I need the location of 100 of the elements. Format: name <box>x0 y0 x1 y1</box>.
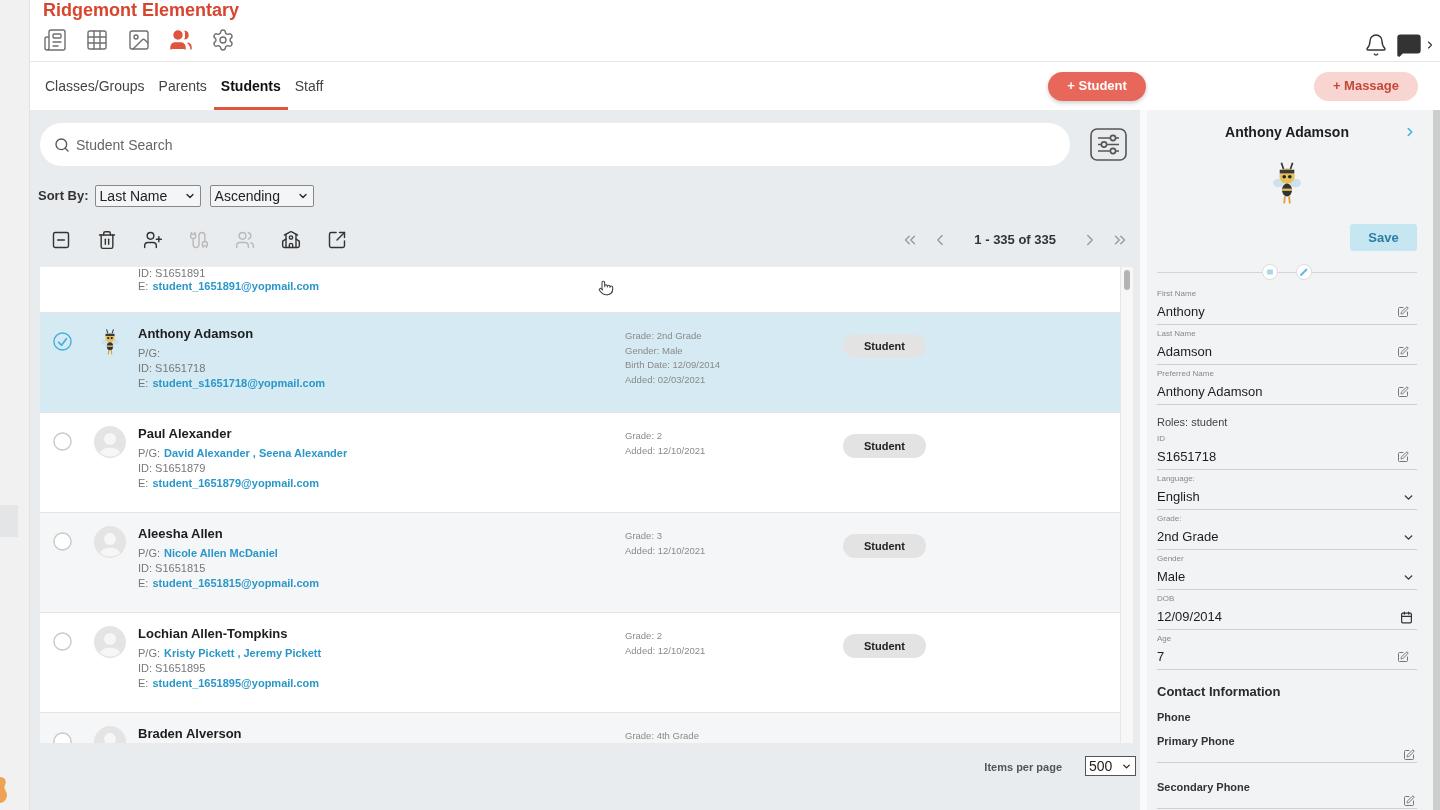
student-id: ID: S1651879 <box>138 461 206 476</box>
guardian-label: P/G: <box>138 646 160 661</box>
filter-icon[interactable] <box>1090 128 1127 161</box>
checkbox[interactable] <box>53 332 72 351</box>
guardian-label: P/G: <box>138 446 160 461</box>
export-icon[interactable] <box>327 230 347 250</box>
grid-icon[interactable] <box>85 28 109 52</box>
checkbox[interactable] <box>53 432 72 451</box>
profile-name: Anthony Adamson <box>1224 123 1350 142</box>
phone-label: Secondary Phone <box>1157 780 1250 794</box>
field-label: Last Name <box>1157 329 1196 339</box>
guardian-label: P/G: <box>138 346 160 361</box>
text-field[interactable]: Anthony Adamson <box>1157 383 1417 405</box>
list-row[interactable]: Anthony Adamson P/G: ID: S1651718 E: student_s1651718@yopmail.com Grade: 2nd Grade Gender: Male Birth Date: 12/09/2014 Added: 02/03/2021 Student <box>40 313 1120 413</box>
field-label: Gender <box>1157 554 1184 564</box>
email-label: E: <box>138 576 149 591</box>
list-row[interactable]: Paul Alexander P/G: David Alexander , Seena Alexander ID: S1651879 E: student_1651879@yopmail.com Grade: 2 Added: 12/10/2021 Student <box>40 413 1120 513</box>
student-id: ID: S1651718 <box>138 361 206 376</box>
student-id: ID: S1651891 <box>138 267 206 280</box>
email-label: E: <box>138 476 149 491</box>
tab[interactable]: Staff <box>287 62 331 110</box>
phone-field[interactable] <box>1157 748 1417 763</box>
trash-icon[interactable] <box>97 230 117 250</box>
bell-icon[interactable] <box>1364 32 1388 57</box>
student-name[interactable]: Anthony Adamson <box>138 325 254 342</box>
checkbox[interactable] <box>53 632 72 651</box>
list-row[interactable]: Braden Alverson Grade: 4th Grade <box>40 713 1120 743</box>
image-icon[interactable] <box>127 28 151 52</box>
role-badge: Student <box>843 434 926 458</box>
student-detail: Added: 12/10/2021 <box>625 543 706 558</box>
page-size-select[interactable]: 500 <box>1085 756 1136 776</box>
search-field[interactable]: Student Search <box>40 123 1070 166</box>
tab[interactable]: Classes/Groups <box>38 62 152 110</box>
phone-label: Primary Phone <box>1157 734 1235 748</box>
student-detail: Grade: 2nd Grade <box>625 329 702 343</box>
dropdown-field[interactable]: English <box>1157 488 1417 510</box>
scrollbar[interactable] <box>1120 267 1133 743</box>
text-field[interactable]: 7 <box>1157 648 1417 670</box>
school-name: Ridgemont Elementary <box>43 0 240 20</box>
date-field[interactable]: 12/09/2014 <box>1157 608 1417 630</box>
edit-icon[interactable] <box>1397 346 1409 358</box>
contact-heading: Contact Information <box>1157 683 1281 701</box>
people-icon[interactable] <box>169 28 193 52</box>
field-label: Grade: <box>1157 514 1182 524</box>
student-detail: Added: 12/10/2021 <box>625 643 706 658</box>
text-field[interactable]: Adamson <box>1157 343 1417 365</box>
edit-icon[interactable] <box>1403 794 1415 807</box>
mascot-avatar <box>101 329 119 355</box>
field-label: Preferred Name <box>1157 369 1214 379</box>
mascot-avatar <box>1273 162 1301 204</box>
student-id: ID: S1651895 <box>138 661 206 676</box>
add-user-icon[interactable] <box>143 230 163 250</box>
scrollbar[interactable] <box>1433 110 1440 810</box>
field-label: Language: <box>1157 474 1195 484</box>
text-field[interactable]: Anthony <box>1157 303 1417 325</box>
avatar-placeholder <box>94 426 126 458</box>
edit-icon[interactable] <box>1397 306 1409 318</box>
list-row[interactable]: Aleesha Allen P/G: Nicole Allen McDaniel ID: S1651815 E: student_1651815@yopmail.com Grade: 3 Added: 12/10/2021 Student <box>40 513 1120 613</box>
sort-field-select[interactable]: Last Name <box>94 185 201 207</box>
school-icon[interactable] <box>281 230 301 250</box>
role-badge: Student <box>843 634 926 658</box>
edit-icon[interactable] <box>1397 651 1409 663</box>
sort-order-select[interactable]: Ascending <box>209 185 314 207</box>
role-badge: Student <box>843 334 926 358</box>
logo-icon <box>0 775 8 805</box>
text-field[interactable]: S1651718 <box>1157 448 1417 470</box>
student-detail: Grade: 3 <box>625 529 662 543</box>
student-name[interactable]: Paul Alexander <box>138 425 232 442</box>
scrollbar-thumb[interactable] <box>1124 270 1130 290</box>
checkbox[interactable] <box>53 532 72 551</box>
edit-icon[interactable] <box>1397 451 1409 463</box>
student-id: ID: S1651815 <box>138 561 206 576</box>
chat-icon[interactable] <box>1396 31 1422 58</box>
sort-label: Sort By: <box>38 187 89 206</box>
minus-square-icon[interactable] <box>51 230 71 250</box>
role-badge: Student <box>843 534 926 558</box>
list-row[interactable]: Lochian Allen-Tompkins P/G: Kristy Pickett , Jeremy Pickett ID: S1651895 E: student_1651895@yopmail.com Grade: 2 Added: 12/10/2021 Student <box>40 613 1120 713</box>
guardian-label: P/G: <box>138 546 160 561</box>
avatar-placeholder <box>94 626 126 658</box>
student-detail: Gender: Male <box>625 343 683 358</box>
student-name[interactable]: Braden Alverson <box>138 725 242 742</box>
email-label: E: <box>138 376 149 391</box>
student-name[interactable]: Lochian Allen-Tompkins <box>138 625 288 642</box>
phone-field[interactable] <box>1157 794 1417 809</box>
gear-icon[interactable] <box>211 28 235 52</box>
student-detail: Grade: 2 <box>625 429 662 443</box>
dropdown-field[interactable]: 2nd Grade <box>1157 528 1417 550</box>
tab[interactable]: Parents <box>151 62 214 110</box>
student-name[interactable]: Aleesha Allen <box>138 525 223 542</box>
dropdown-field[interactable]: Male <box>1157 568 1417 590</box>
calendar-icon[interactable] <box>1400 610 1413 624</box>
items-per-page-label: Items per page <box>984 760 1062 775</box>
list-row[interactable]: ID: S1651891 E: student_1651891@yopmail.com <box>40 267 1120 313</box>
pencil-icon[interactable] <box>1296 264 1312 280</box>
edit-icon[interactable] <box>1403 748 1415 761</box>
newspaper-icon[interactable] <box>43 28 67 52</box>
student-detail: Birth Date: 12/09/2014 <box>625 358 721 372</box>
email-label: E: <box>138 676 149 691</box>
field-label: Age <box>1157 634 1172 644</box>
edit-icon[interactable] <box>1397 386 1409 398</box>
